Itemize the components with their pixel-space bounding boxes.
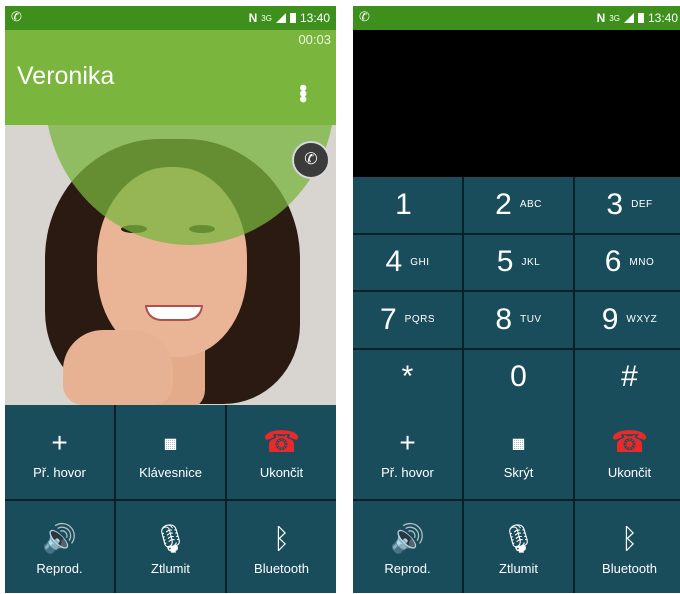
nfc-icon: N	[596, 11, 606, 25]
dial-keypad: 1 2 ABC 3 DEF 4 GHI 5 JKL 6 MNO 7 PQRS 8 TUV 9W…	[353, 177, 680, 405]
key-1[interactable]: 1	[353, 177, 462, 233]
bluetooth-icon: ᛒ	[273, 522, 290, 554]
keypad-button[interactable]: ▦ Klávesnice	[116, 405, 225, 499]
mute-button[interactable]: 🎙 Ztlumit	[464, 501, 573, 593]
mute-button[interactable]: 🎙 Ztlumit	[116, 501, 225, 593]
battery-icon	[289, 13, 296, 23]
key-0[interactable]: 0	[464, 349, 573, 405]
status-time: 13:40	[299, 11, 330, 25]
status-time: 13:40	[647, 11, 678, 25]
key-5[interactable]: 5 JKL	[464, 234, 573, 290]
in-call-screen: ✆ N 3G 13:40 00:03 Veronika ••• ✆ + Př. …	[5, 6, 336, 593]
dial-display	[353, 30, 680, 177]
key-8[interactable]: 8 TUV	[464, 292, 573, 348]
network-type: 3G	[609, 13, 620, 23]
add-call-button[interactable]: + Př. hovor	[353, 405, 462, 499]
status-bar: ✆ N 3G 13:40	[5, 6, 336, 30]
battery-icon	[637, 13, 644, 23]
key-4[interactable]: 4 GHI	[353, 234, 462, 290]
key-6[interactable]: 6 MNO	[575, 234, 680, 290]
signal-icon	[275, 13, 286, 23]
keypad-icon: ▦	[163, 434, 178, 451]
plus-icon: +	[51, 426, 68, 458]
end-call-icon: ☎	[262, 425, 301, 459]
call-timer: 00:03	[298, 32, 331, 47]
status-bar: ✆ N 3G 13:40	[353, 6, 680, 30]
key-2[interactable]: 2 ABC	[464, 177, 573, 233]
end-call-icon: ☎	[610, 425, 649, 459]
signal-icon	[623, 13, 634, 23]
speaker-button[interactable]: 🔊 Reprod.	[5, 501, 114, 593]
phone-status-icon: ✆	[359, 9, 370, 24]
key-star[interactable]: *	[353, 349, 462, 405]
add-call-button[interactable]: + Př. hovor	[5, 405, 114, 499]
phone-status-icon: ✆	[11, 9, 22, 24]
contact-photo: ✆	[5, 125, 336, 405]
bluetooth-button[interactable]: ᛒ Bluetooth	[227, 501, 336, 593]
speaker-icon: 🔊	[390, 522, 425, 554]
hide-keypad-button[interactable]: ▦ Skrýt	[464, 405, 573, 499]
speaker-button[interactable]: 🔊 Reprod.	[353, 501, 462, 593]
more-options-icon[interactable]: •••	[290, 84, 316, 101]
key-9[interactable]: 9 WXYZ	[575, 292, 680, 348]
keypad-screen: ✆ N 3G 13:40 1 2 ABC 3 DEF 4 GHI 5 JKL 6 MNO …	[353, 6, 680, 593]
key-7[interactable]: 7 PQRS	[353, 292, 462, 348]
key-hash[interactable]: #	[575, 349, 680, 405]
end-call-button[interactable]: ☎ Ukončit	[227, 405, 336, 499]
end-call-button[interactable]: ☎ Ukončit	[575, 405, 680, 499]
bluetooth-icon: ᛒ	[621, 522, 638, 554]
contact-name: Veronika	[17, 62, 115, 90]
network-type: 3G	[261, 13, 272, 23]
nfc-icon: N	[248, 11, 258, 25]
mute-mic-icon: 🎙	[500, 522, 537, 554]
call-handset-icon[interactable]: ✆	[292, 141, 330, 179]
keypad-hide-icon: ▦	[511, 434, 526, 451]
call-controls: + Př. hovor ▦ Klávesnice ☎ Ukončit 🔊 Rep…	[5, 405, 336, 593]
call-header: 00:03 Veronika •••	[5, 30, 336, 125]
bluetooth-button[interactable]: ᛒ Bluetooth	[575, 501, 680, 593]
plus-icon: +	[399, 426, 416, 458]
call-controls: + Př. hovor ▦ Skrýt ☎ Ukončit 🔊 Reprod. …	[353, 405, 680, 593]
key-3[interactable]: 3 DEF	[575, 177, 680, 233]
mute-mic-icon: 🎙	[152, 522, 189, 554]
speaker-icon: 🔊	[42, 522, 77, 554]
